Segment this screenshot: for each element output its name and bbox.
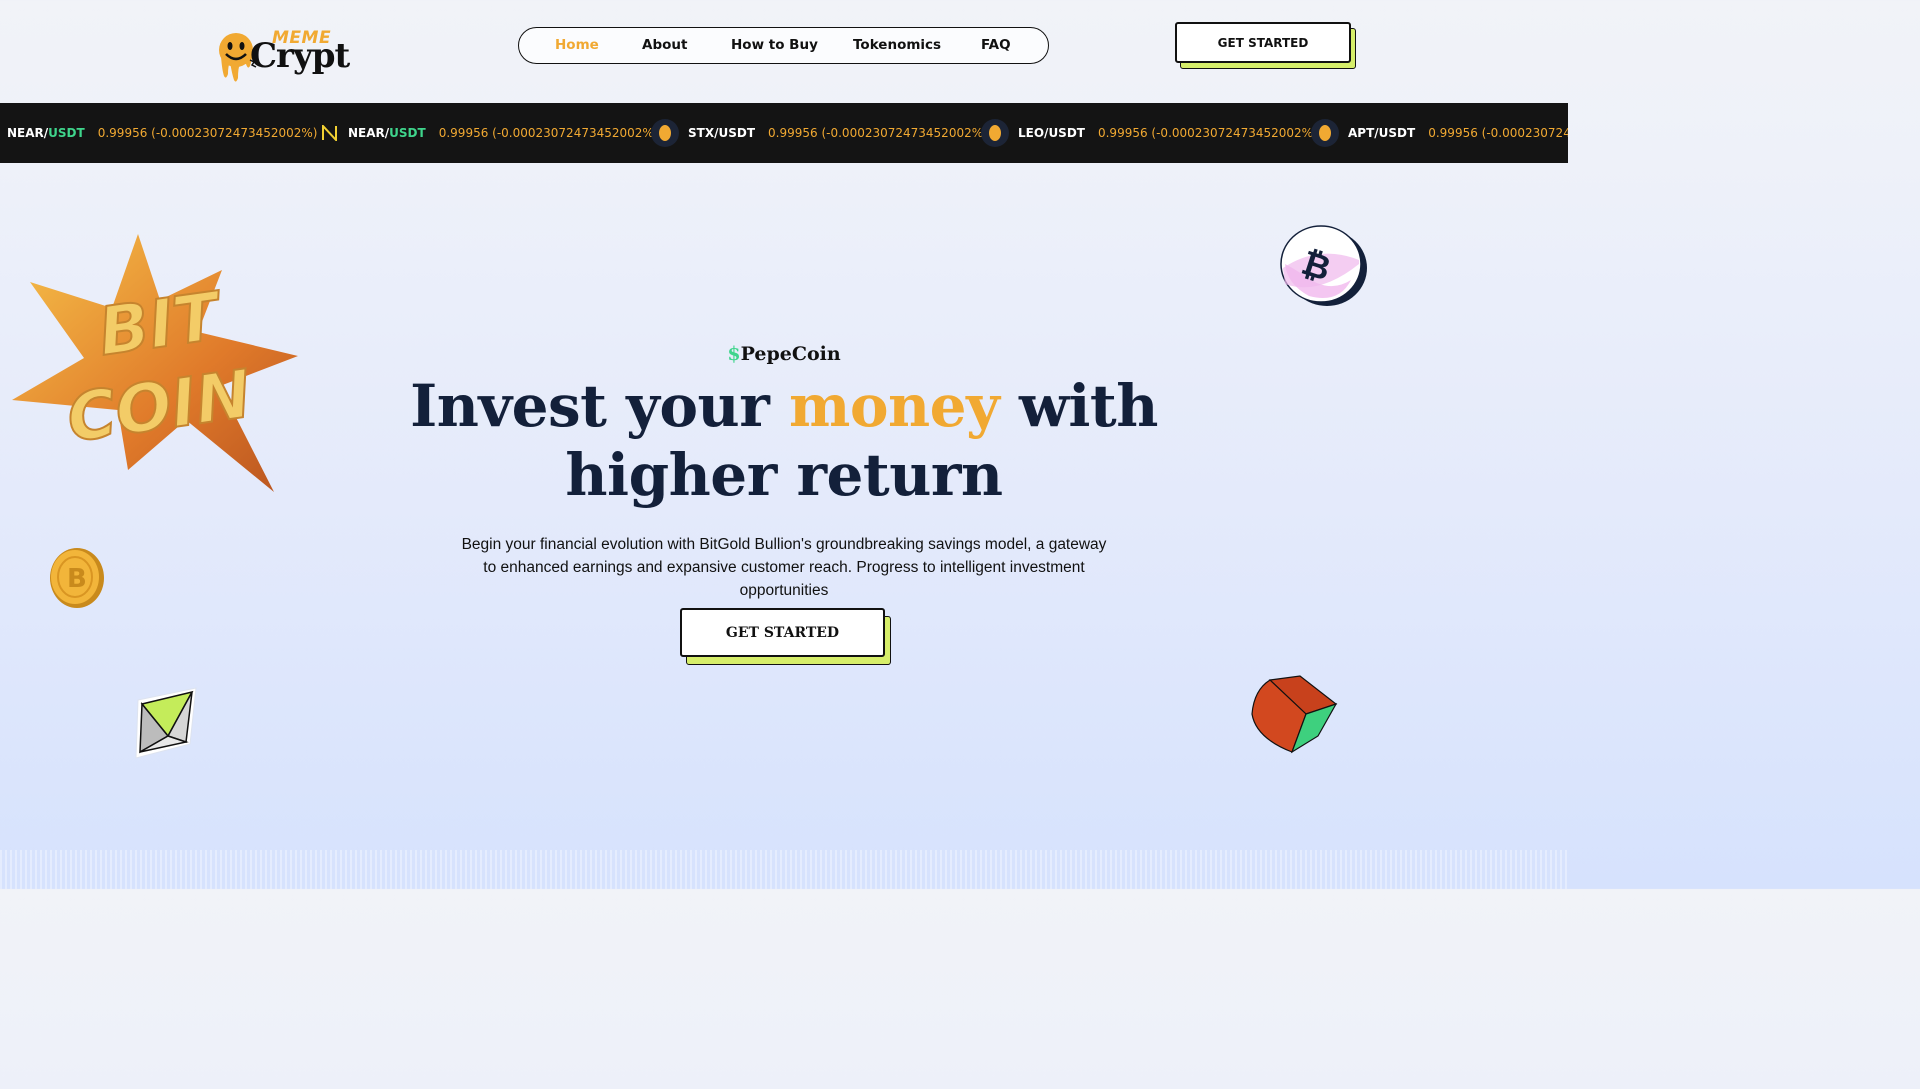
ticker-quote: USDT xyxy=(1378,126,1416,140)
hero-get-started-button[interactable]: GET STARTED xyxy=(680,608,885,657)
hero-headline: Invest your money with higher return xyxy=(300,372,1268,510)
gold-coin-icon: B xyxy=(50,548,104,608)
coin-icon xyxy=(981,119,1009,147)
ticker-price: 0.99956 (-0.00023072473452002%) xyxy=(768,126,988,140)
ticker-price: 0.99956 (-0.00023072473452002%) xyxy=(97,126,318,140)
coin-icon xyxy=(1311,119,1339,147)
header-get-started-button[interactable]: GET STARTED xyxy=(1175,22,1351,63)
nav-item-home[interactable]: Home xyxy=(555,37,599,53)
nav-item-faq[interactable]: FAQ xyxy=(981,37,1011,53)
ticker-quote: USDT xyxy=(718,126,756,140)
headline-part-2: with xyxy=(999,372,1158,440)
ticker-price: 0.99956 (-0.00023072473452002%) xyxy=(438,126,659,140)
eyebrow-dollar: $ xyxy=(727,343,741,365)
hero-eyebrow: $PepeCoin xyxy=(0,343,1568,365)
ethereum-crystal-icon xyxy=(135,687,197,759)
ticker-item: LEO/USDT 0.99956 (-0.00023072473452002%) xyxy=(981,103,1318,163)
ticker-item: NEAR/USDT 0.99956 (-0.00023072473452002%… xyxy=(7,103,318,163)
main-nav: Home About How to Buy Tokenomics FAQ xyxy=(518,27,1049,64)
near-icon xyxy=(322,125,337,141)
ticker-quote: USDT xyxy=(48,126,85,140)
price-ticker: NEAR/USDT 0.99956 (-0.00023072473452002%… xyxy=(0,103,1568,163)
ticker-base: APT xyxy=(1348,126,1375,140)
site-logo[interactable]: MEME Crypt xyxy=(214,26,360,82)
headline-accent: money xyxy=(788,372,1000,440)
hero-get-started: GET STARTED xyxy=(680,608,891,665)
nav-item-how-to-buy[interactable]: How to Buy xyxy=(731,37,818,53)
logo-main-word: Crypt xyxy=(250,36,350,76)
ticker-quote: USDT xyxy=(389,126,426,140)
ticker-price: 0.99956 (-0.0002307247 xyxy=(1428,126,1568,140)
coin-icon xyxy=(651,119,679,147)
bottom-texture xyxy=(0,850,1568,889)
ticker-base: STX xyxy=(688,126,715,140)
ticker-base: LEO xyxy=(1018,126,1045,140)
ticker-base: NEAR xyxy=(348,126,385,140)
bitcoin-disc-icon: ₿ xyxy=(1280,225,1367,306)
nav-item-tokenomics[interactable]: Tokenomics xyxy=(853,37,941,53)
ticker-base: NEAR xyxy=(7,126,44,140)
ticker-quote: USDT xyxy=(1048,126,1085,140)
hero-description: Begin your financial evolution with BitG… xyxy=(461,536,1107,599)
red-cube-icon xyxy=(1251,675,1338,754)
nav-item-about[interactable]: About xyxy=(642,37,687,53)
headline-part-1: Invest your xyxy=(410,372,789,440)
gold-coin-symbol: B xyxy=(67,564,87,594)
headline-line-2: higher return xyxy=(565,441,1003,509)
header-get-started: GET STARTED xyxy=(1175,22,1356,69)
ticker-item: NEAR/USDT 0.99956 (-0.00023072473452002%… xyxy=(321,103,659,163)
ticker-item: APT/USDT 0.99956 (-0.0002307247 xyxy=(1311,103,1568,163)
ticker-price: 0.99956 (-0.00023072473452002%) xyxy=(1097,126,1318,140)
eyebrow-text: PepeCoin xyxy=(740,343,841,365)
ticker-item: STX/USDT 0.99956 (-0.00023072473452002%) xyxy=(651,103,988,163)
